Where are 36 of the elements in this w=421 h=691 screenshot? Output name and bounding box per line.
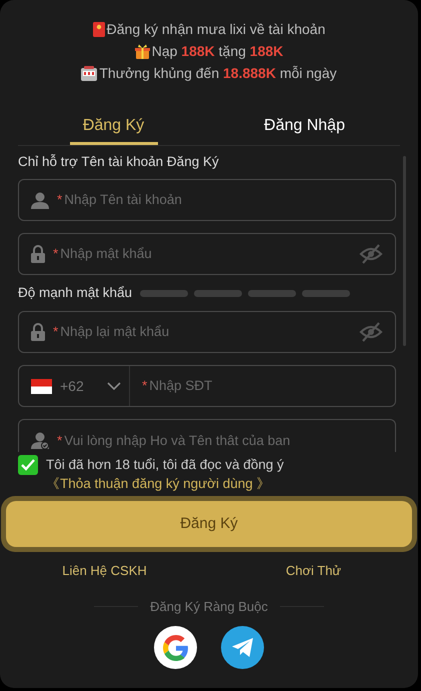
lock-icon [31, 245, 45, 263]
input-placeholder: *Vui lòng nhập Ho và Tên thât của ban [57, 432, 290, 450]
promo-text: Đăng ký nhận mưa lixi về tài khoản [106, 20, 326, 39]
bind-label: Đăng Ký Ràng Buộc [150, 598, 268, 616]
telegram-login-button[interactable] [221, 626, 264, 669]
username-field[interactable]: *Nhập Tên tài khoản [18, 179, 396, 221]
input-placeholder: *Nhập Tên tài khoản [57, 191, 182, 209]
full-name-field[interactable]: *Vui lòng nhập Ho và Tên thât của ban [18, 419, 396, 452]
password-field[interactable]: *Nhập mật khẩu [18, 233, 396, 275]
input-placeholder: *Nhập lại mật khẩu [53, 323, 170, 341]
input-placeholder: *Nhập mật khẩu [53, 245, 152, 263]
user-icon [31, 192, 49, 208]
envelope-icon [92, 22, 105, 37]
verified-user-icon [31, 432, 49, 449]
strength-label: Độ mạnh mật khẩu [18, 284, 132, 302]
check-icon [21, 459, 35, 471]
footer-link[interactable]: Liên Hệ CSKH [62, 561, 147, 580]
register-button[interactable]: Đăng Ký [6, 501, 412, 547]
google-icon [162, 634, 188, 660]
slot-machine-icon [81, 66, 98, 81]
terms-link[interactable]: 《Thỏa thuận đăng ký người dùng 》 [46, 476, 271, 491]
checkbox[interactable] [18, 455, 38, 475]
tab[interactable]: Đăng Ký [70, 109, 158, 145]
footer-link[interactable]: Chơi Thử [286, 561, 342, 580]
gift-icon [134, 44, 150, 59]
tab[interactable]: Đăng Nhập [252, 109, 357, 145]
agreement-text: Tôi đã hơn 18 tuổi, tôi đã đọc và đồng ý 《Thỏa thuận đăng ký người dùng 》 [46, 456, 285, 493]
paper-plane-icon [232, 638, 254, 657]
promo-text: Nạp 188K tặng 188K [152, 42, 284, 61]
promo-text: Thưởng khủng đến 18.888K mỗi ngày [99, 64, 337, 83]
hidden-eye-icon[interactable] [359, 244, 383, 264]
password-field[interactable]: *Nhập lại mật khẩu [18, 311, 396, 353]
google-login-button[interactable] [154, 626, 197, 669]
lock-icon [31, 323, 45, 341]
hidden-eye-icon[interactable] [359, 322, 383, 342]
hint-text: Chỉ hỗ trợ Tên tài khoản Đăng Ký [18, 155, 220, 169]
